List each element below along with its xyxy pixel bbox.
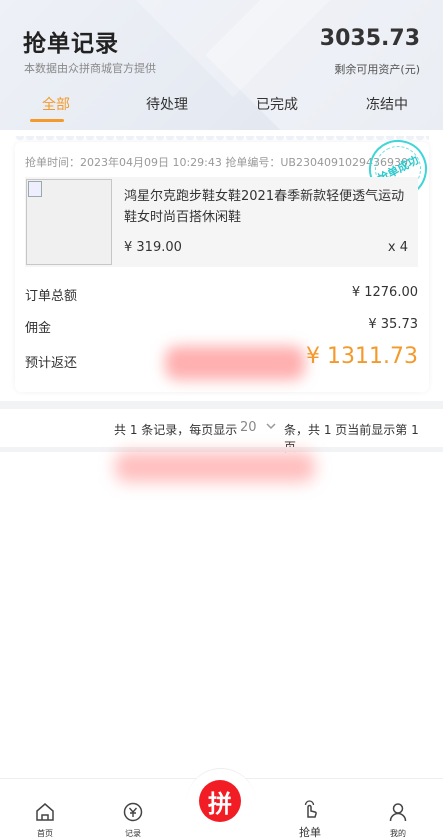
goods-image	[26, 179, 112, 265]
commission-row: 佣金 ¥ 35.73	[25, 317, 418, 336]
pagination: 共 1 条记录，每页显示 20 条，共 1 页当前显示第 1 页。	[0, 416, 443, 454]
order-card[interactable]: 抢单时间：2023年04月09日 10:29:43 抢单编号：UB2304091…	[15, 129, 438, 392]
goods-quantity: x 4	[387, 240, 408, 255]
return-row: 预计返还 ¥ 1311.73	[25, 344, 418, 380]
return-label: 预计返还	[25, 356, 78, 371]
tab-pending[interactable]: 待处理	[127, 94, 207, 114]
goods-item[interactable]: 鸿星尔克跑步鞋女鞋2021春季新款轻便透气运动鞋女时尚百搭休闲鞋 ¥ 319.0…	[25, 177, 418, 267]
header: 抢单记录 本数据由众拼商城官方提供 3035.73 剩余可用资产(元) 全部 待…	[0, 0, 443, 130]
tab-frozen[interactable]: 冻结中	[347, 94, 427, 114]
order-meta: 抢单时间：2023年04月09日 10:29:43 抢单编号：UB2304091…	[25, 156, 408, 169]
watermark-blur	[165, 346, 305, 380]
order-total-value: ¥ 1276.00	[351, 285, 418, 300]
nav-home-label: 首页	[37, 829, 53, 838]
nav-records[interactable]: 记录	[103, 779, 163, 840]
commission-value: ¥ 35.73	[368, 317, 418, 332]
status-tabs: 全部 待处理 已完成 冻结中	[0, 88, 443, 124]
page-size-select[interactable]: 20	[240, 420, 257, 435]
tap-hand-icon	[304, 800, 317, 818]
card-serrated-edge	[15, 136, 429, 144]
chevron-down-icon[interactable]	[266, 418, 276, 437]
nav-home[interactable]: 首页	[15, 779, 75, 840]
yen-record-icon	[123, 802, 143, 822]
watermark-blur	[115, 452, 315, 482]
balance-amount: 3035.73	[319, 26, 420, 51]
order-total-row: 订单总额 ¥ 1276.00	[25, 285, 418, 304]
tab-completed[interactable]: 已完成	[237, 94, 317, 114]
commission-label: 佣金	[25, 321, 52, 336]
tab-all[interactable]: 全部	[16, 94, 96, 114]
pin-logo-icon: 拼	[199, 780, 241, 822]
section-divider	[0, 401, 443, 409]
pagination-summary-pre: 共 1 条记录，每页显示	[114, 423, 238, 437]
goods-price: ¥ 319.00	[124, 240, 182, 255]
user-icon	[389, 803, 407, 822]
nav-mine-label: 我的	[390, 829, 406, 838]
return-value: ¥ 1311.73	[306, 344, 418, 369]
balance-label: 剩余可用资产(元)	[334, 63, 420, 76]
page-subtitle: 本数据由众拼商城官方提供	[24, 62, 156, 75]
order-total-label: 订单总额	[25, 289, 78, 304]
nav-grab-label: 抢单	[299, 826, 321, 839]
nav-grab[interactable]: 抢单	[280, 779, 340, 840]
goods-name: 鸿星尔克跑步鞋女鞋2021春季新款轻便透气运动鞋女时尚百搭休闲鞋	[124, 189, 405, 225]
active-tab-indicator	[30, 119, 64, 122]
home-icon	[36, 803, 54, 821]
broken-image-icon	[28, 181, 42, 197]
page-title: 抢单记录	[23, 31, 119, 57]
nav-records-label: 记录	[125, 829, 141, 838]
nav-center-button[interactable]: 拼	[186, 758, 256, 838]
nav-mine[interactable]: 我的	[368, 779, 428, 840]
